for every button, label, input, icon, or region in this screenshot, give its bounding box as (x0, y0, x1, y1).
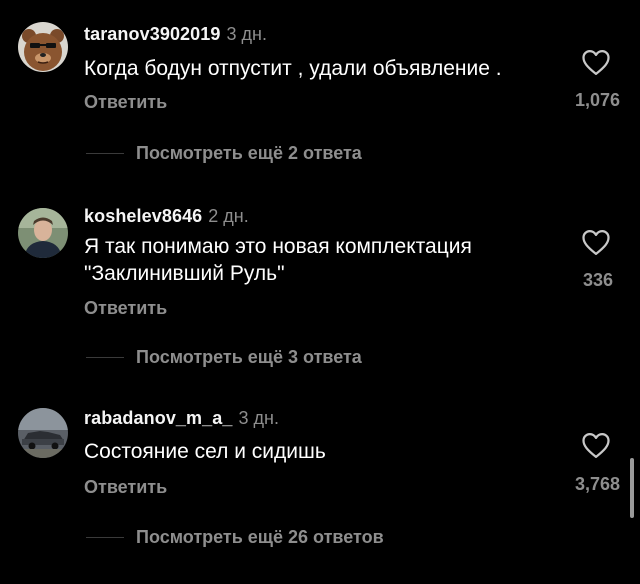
cartoon-bear-avatar-icon (18, 22, 68, 72)
avatar[interactable] (18, 408, 68, 458)
user-photo-avatar-icon (18, 208, 68, 258)
comment-username[interactable]: koshelev8646 (84, 206, 202, 226)
avatar[interactable] (18, 208, 68, 258)
comments-page: taranov3902019 3 дн. Когда бодун отпустит… (0, 0, 640, 584)
view-replies-button[interactable]: Посмотреть ещё 3 ответа (86, 345, 362, 369)
comment-text: Состояние сел и сидишь (84, 440, 326, 463)
reply-button[interactable]: Ответить (84, 477, 167, 498)
comment-time: 3 дн. (226, 24, 267, 44)
scrollbar[interactable] (630, 458, 634, 518)
comment-item: rabadanov_m_a_ 3 дн. Состояние сел и сиди… (0, 386, 640, 566)
reply-button[interactable]: Ответить (84, 298, 167, 319)
reply-button[interactable]: Ответить (84, 92, 167, 113)
heart-outline-icon (582, 50, 610, 75)
like-count: 336 (582, 270, 613, 290)
comment-username[interactable]: rabadanov_m_a_ (84, 408, 232, 428)
divider-line (86, 536, 124, 538)
comment-username[interactable]: taranov3902019 (84, 24, 221, 44)
comment-meta: koshelev8646 2 дн. (84, 206, 249, 227)
comment-time: 2 дн. (208, 206, 249, 226)
divider-line (86, 152, 124, 154)
like-button[interactable] (581, 48, 611, 76)
like-count: 3,768 (574, 474, 620, 494)
car-photo-avatar-icon (18, 408, 68, 458)
comment-meta: rabadanov_m_a_ 3 дн. (84, 408, 279, 429)
comment-meta: taranov3902019 3 дн. (84, 24, 267, 45)
like-button[interactable] (581, 228, 611, 256)
avatar[interactable] (18, 22, 68, 72)
heart-outline-icon (582, 230, 610, 255)
comment-item: koshelev8646 2 дн. Я так понимаю это нова… (0, 182, 640, 367)
comment-item: taranov3902019 3 дн. Когда бодун отпустит… (0, 0, 640, 180)
heart-outline-icon (582, 433, 610, 458)
like-button[interactable] (581, 431, 611, 459)
view-replies-button[interactable]: Посмотреть ещё 2 ответа (86, 141, 362, 165)
comment-text: Я так понимаю это новая комплектация "За… (84, 235, 472, 285)
comment-time: 3 дн. (238, 408, 279, 428)
view-replies-label: Посмотреть ещё 2 ответа (136, 142, 362, 163)
divider-line (86, 356, 124, 358)
comment-text: Когда бодун отпустит , удали объявление … (84, 57, 502, 80)
like-count: 1,076 (574, 90, 620, 110)
view-replies-label: Посмотреть ещё 26 ответов (136, 526, 384, 547)
view-replies-button[interactable]: Посмотреть ещё 26 ответов (86, 525, 384, 549)
view-replies-label: Посмотреть ещё 3 ответа (136, 346, 362, 367)
